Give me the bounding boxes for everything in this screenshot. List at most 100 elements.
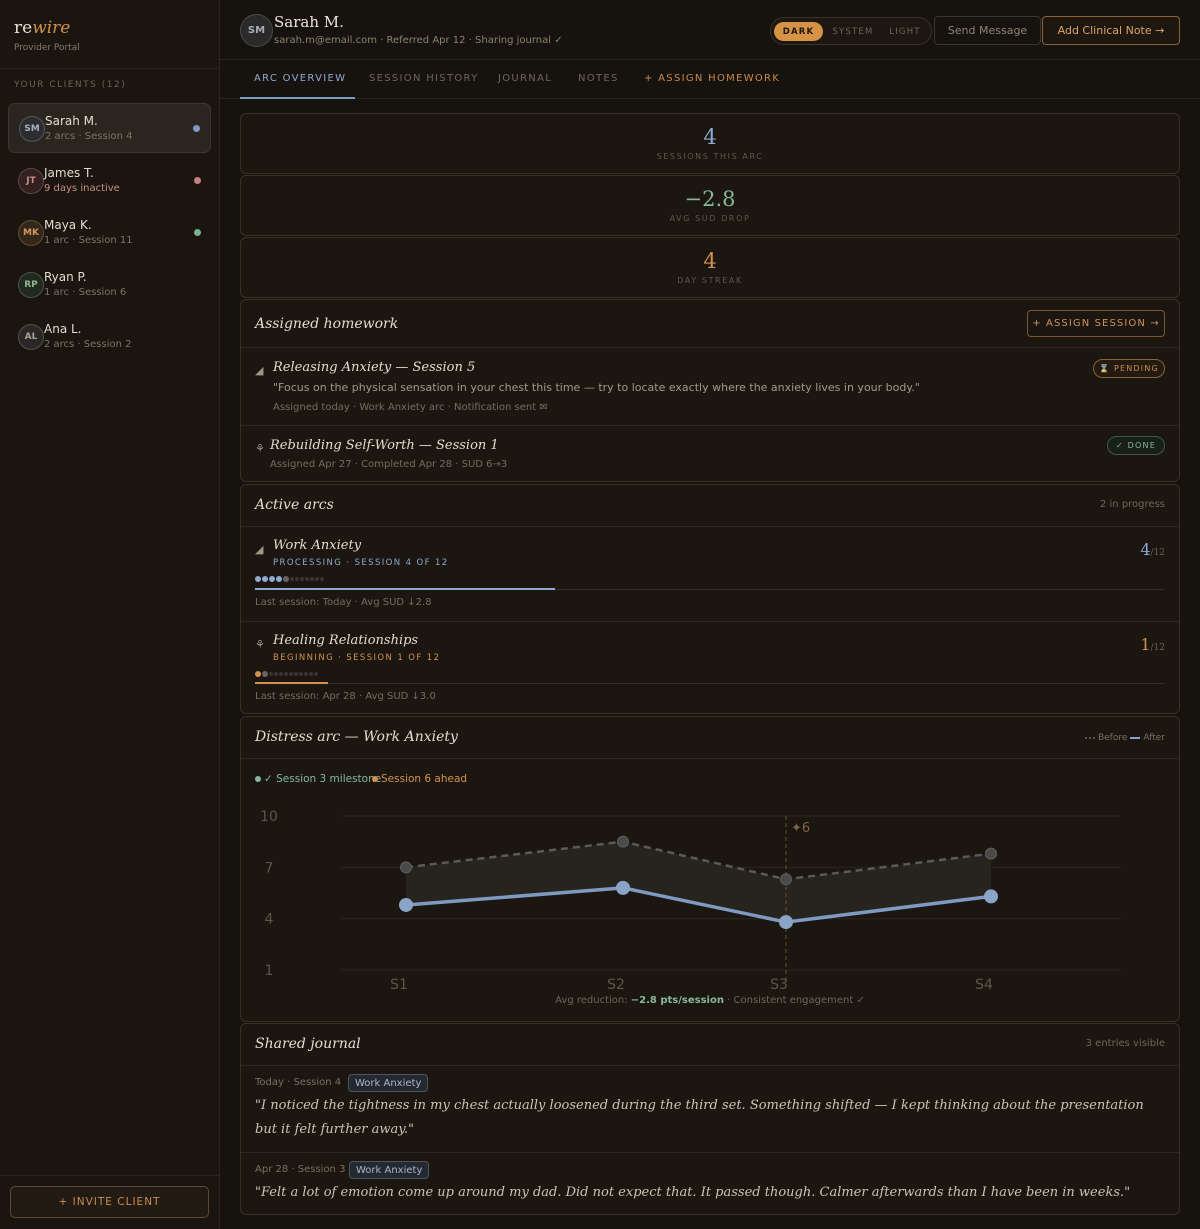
arc-name: Work Anxiety xyxy=(273,538,362,553)
client-item-ryan[interactable]: RP Ryan P. 1 arc · Session 6 xyxy=(8,260,211,310)
homework-item-title: Releasing Anxiety — Session 5 xyxy=(273,360,476,375)
arcs-count: 2 in progress xyxy=(1099,499,1165,510)
divider xyxy=(241,425,1179,426)
arc-progress-fill xyxy=(255,588,556,590)
arc-count-total: /12 xyxy=(1150,548,1165,558)
x-tick-label: S4 xyxy=(975,977,993,993)
session-dot xyxy=(290,577,294,581)
stat-card-sud-drop: −2.8 AVG SUD DROP xyxy=(240,175,1180,236)
mountain-icon: ◢ xyxy=(255,543,264,556)
divider xyxy=(241,347,1179,348)
status-badge: ✓ DONE xyxy=(1107,436,1165,455)
status-dot xyxy=(194,229,201,236)
session-dot xyxy=(255,671,261,677)
session-dot xyxy=(262,671,268,677)
active-tab-indicator xyxy=(240,97,355,99)
footer-value: −2.8 pts/session xyxy=(630,995,724,1006)
avatar: SM xyxy=(19,116,45,142)
journal-entry-meta: Today · Session 4 xyxy=(255,1077,342,1088)
tab-journal[interactable]: JOURNAL xyxy=(498,73,552,84)
session-dots xyxy=(255,576,324,582)
status-badge: ⌛ PENDING xyxy=(1093,359,1165,378)
after-point xyxy=(399,897,413,912)
reduction-area xyxy=(406,841,991,923)
theme-dark-option[interactable]: DARK xyxy=(774,22,823,41)
y-tick-label: 10 xyxy=(260,809,278,825)
client-details: sarah.m@email.com · Referred Apr 12 · Sh… xyxy=(274,35,563,46)
send-message-button[interactable]: Send Message xyxy=(934,16,1041,45)
divider xyxy=(241,526,1179,527)
arc-name: Healing Relationships xyxy=(273,633,419,648)
after-point xyxy=(616,880,630,895)
theme-system-option[interactable]: SYSTEM xyxy=(825,22,881,41)
client-name: Sarah M. xyxy=(45,114,98,128)
invite-client-button[interactable]: + INVITE CLIENT xyxy=(10,1186,209,1218)
arc-progress-track xyxy=(255,588,1165,590)
y-tick-label: 7 xyxy=(265,860,274,876)
theme-light-option[interactable]: LIGHT xyxy=(882,22,928,41)
stat-card-streak: 4 DAY STREAK xyxy=(240,237,1180,298)
homework-card: Assigned homework + ASSIGN SESSION → ◢ R… xyxy=(240,299,1180,482)
add-clinical-note-button[interactable]: Add Clinical Note → xyxy=(1042,16,1180,45)
session-dot xyxy=(320,577,324,581)
stat-value: 4 xyxy=(703,125,717,149)
session-dot xyxy=(274,672,278,676)
distress-chart: 10 7 4 1 ✦6 S1 S2 S3 S4 xyxy=(260,809,1121,993)
milestone-marker-label: ✦6 xyxy=(791,821,810,836)
tab-assign-homework[interactable]: + ASSIGN HOMEWORK xyxy=(644,73,780,84)
client-item-maya[interactable]: MK Maya K. 1 arc · Session 11 xyxy=(8,208,211,258)
status-dot xyxy=(194,177,201,184)
shared-journal-card: Shared journal 3 entries visible Today ·… xyxy=(240,1023,1180,1215)
footer-suffix: · Consistent engagement ✓ xyxy=(723,995,865,1006)
mountain-icon: ◢ xyxy=(255,364,264,377)
client-status: 9 days inactive xyxy=(44,183,120,194)
stat-value: −2.8 xyxy=(684,187,736,211)
session-dot xyxy=(276,576,282,582)
session-dot xyxy=(310,577,314,581)
chart-footer: Avg reduction: −2.8 pts/session · Consis… xyxy=(241,995,1179,1006)
before-point xyxy=(400,861,412,874)
session-dot xyxy=(284,672,288,676)
stat-label: AVG SUD DROP xyxy=(669,214,751,223)
arc-progress-track xyxy=(255,682,1165,684)
homework-item-title: Rebuilding Self-Worth — Session 1 xyxy=(270,438,499,453)
session-dot xyxy=(255,576,261,582)
client-name-title: Sarah M. xyxy=(274,13,344,31)
before-point xyxy=(985,847,997,860)
session-dot xyxy=(289,672,293,676)
tab-notes[interactable]: NOTES xyxy=(578,73,619,84)
session-dots xyxy=(255,671,318,677)
divider xyxy=(220,59,1200,60)
x-tick-label: S2 xyxy=(607,977,625,993)
session-dot xyxy=(315,577,319,581)
sidebar: rewire Provider Portal YOUR CLIENTS (12)… xyxy=(0,0,220,1229)
session-dot xyxy=(269,672,273,676)
homework-item-meta: Assigned today · Work Anxiety arc · Noti… xyxy=(273,402,548,413)
divider xyxy=(241,1065,1179,1066)
arc-session-count: 1/12 xyxy=(1140,635,1165,654)
client-status: 1 arc · Session 6 xyxy=(44,287,127,298)
client-item-ana[interactable]: AL Ana L. 2 arcs · Session 2 xyxy=(8,312,211,362)
tab-arc-overview[interactable]: ARC OVERVIEW xyxy=(254,73,346,84)
session-dot xyxy=(294,672,298,676)
tab-session-history[interactable]: SESSION HISTORY xyxy=(369,73,479,84)
logo-subtitle: Provider Portal xyxy=(14,43,80,53)
after-point xyxy=(984,889,998,904)
avatar: AL xyxy=(18,324,44,350)
journal-count: 3 entries visible xyxy=(1085,1038,1165,1049)
session-dot xyxy=(262,576,268,582)
client-item-james[interactable]: JT James T. 9 days inactive xyxy=(8,156,211,206)
arc-count-total: /12 xyxy=(1150,643,1165,653)
before-point xyxy=(617,835,629,848)
client-item-sarah[interactable]: SM Sarah M. 2 arcs · Session 4 xyxy=(8,103,211,153)
assign-session-button[interactable]: + ASSIGN SESSION → xyxy=(1027,310,1165,337)
arc-session-count: 4/12 xyxy=(1140,540,1165,559)
journal-title: Shared journal xyxy=(255,1036,361,1052)
divider xyxy=(241,621,1179,622)
divider xyxy=(220,98,1200,99)
client-name: James T. xyxy=(44,166,94,180)
homework-item-quote: "Focus on the physical sensation in your… xyxy=(273,381,920,394)
journal-entry-text: "I noticed the tightness in my chest act… xyxy=(255,1098,1144,1137)
stat-value: 4 xyxy=(703,249,717,273)
session-dot xyxy=(304,672,308,676)
